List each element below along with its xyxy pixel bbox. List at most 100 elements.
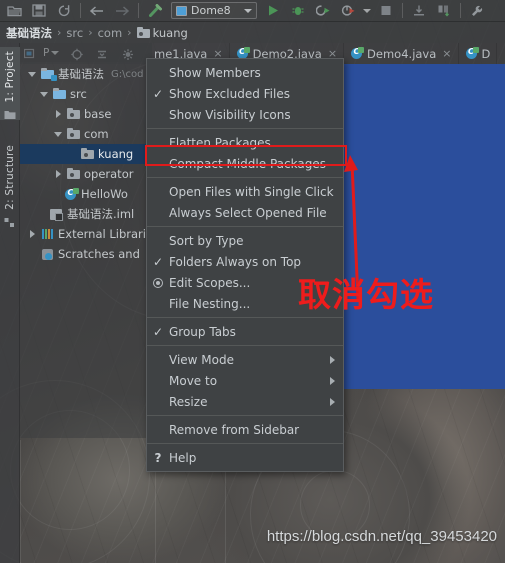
package-icon [81,147,95,160]
menu-item-label: Compact Middle Packages [169,156,326,171]
project-tree: 基础语法 G:\cod src base com kuang operator … [20,62,152,264]
java-class-icon [350,47,365,60]
menu-item-label: View Mode [169,352,234,367]
update-project-icon[interactable] [407,1,431,21]
tree-node-label: 基础语法 [58,67,104,81]
tree-node-operator[interactable]: operator [20,164,152,184]
library-icon [41,228,55,241]
run-with-coverage-button[interactable] [311,1,335,21]
chevron-right-icon [330,376,335,385]
menu-item-open-files-single-click[interactable]: Open Files with Single Click [147,181,343,202]
run-button[interactable] [261,1,285,21]
iml-file-icon [50,208,64,221]
source-folder-icon [53,87,67,100]
menu-item-help[interactable]: ? Help [147,447,343,468]
chevron-right-icon[interactable] [54,169,64,179]
no-chevron [68,149,78,159]
editor-tab-d[interactable]: D [459,43,498,64]
menu-item-show-members[interactable]: Show Members [147,62,343,83]
menu-separator [147,415,343,416]
menu-item-label: Folders Always on Top [169,254,302,269]
module-icon [41,67,57,81]
menu-item-move-to[interactable]: Move to [147,370,343,391]
tree-node-module[interactable]: 基础语法 G:\cod [20,64,152,84]
commit-icon[interactable] [432,1,456,21]
menu-item-show-excluded-files[interactable]: ✓ Show Excluded Files [147,83,343,104]
tree-node-base[interactable]: base [20,104,152,124]
settings-gear-icon[interactable] [465,1,489,21]
chevron-right-icon [330,397,335,406]
profile-button[interactable] [336,1,360,21]
open-icon[interactable] [2,1,26,21]
tree-node-label: com [84,127,109,141]
save-all-icon[interactable] [27,1,51,21]
breadcrumb-separator-2: › [127,26,132,39]
tree-node-label: Scratches and [58,247,140,261]
chevron-down-icon[interactable] [54,129,64,139]
menu-item-always-select-opened-file[interactable]: Always Select Opened File [147,202,343,223]
menu-item-label: Always Select Opened File [169,205,327,220]
chevron-down-icon[interactable] [28,69,38,79]
chevron-right-icon [330,355,335,364]
radio-selected-icon [147,277,169,288]
menu-item-label: Remove from Sidebar [169,422,300,437]
tree-node-external-libraries[interactable]: External Librari [20,224,152,244]
sync-icon[interactable] [52,1,76,21]
menu-item-show-visibility-icons[interactable]: Show Visibility Icons [147,104,343,125]
profile-dropdown-icon[interactable] [361,1,373,21]
menu-item-sort-by-type[interactable]: Sort by Type [147,230,343,251]
tree-node-com[interactable]: com [20,124,152,144]
breadcrumb-item-1[interactable]: src [66,26,83,40]
chevron-right-icon[interactable] [28,229,38,239]
editor-tab-demo4[interactable]: Demo4.java × [344,43,459,64]
tree-node-label: operator [84,167,134,181]
menu-item-label: Sort by Type [169,233,244,248]
toolbar-separator [80,3,81,18]
breadcrumb-separator-1: › [88,26,93,39]
tree-node-label: kuang [98,147,134,161]
close-icon[interactable]: × [442,47,451,60]
menu-item-label: Move to [169,373,218,388]
editor-tab-label: D [481,46,491,61]
tree-node-kuang[interactable]: kuang [20,144,152,164]
sidebar-item-structure[interactable]: 2: Structure [0,141,20,228]
checkmark-icon: ✓ [152,86,164,101]
tree-node-src[interactable]: src [20,84,152,104]
menu-item-label: Show Members [169,65,261,80]
structure-icon [4,213,16,227]
editor-tab-label: Demo4.java [367,46,437,61]
tree-node-hellowo[interactable]: HelloWo [20,184,152,204]
menu-separator [147,443,343,444]
breadcrumb-item-0[interactable]: 基础语法 [6,25,52,41]
run-configuration-selector[interactable]: Dome8 [171,2,257,19]
tree-node-scratches[interactable]: Scratches and [20,244,152,264]
package-icon [67,167,81,180]
menu-item-compact-middle-packages[interactable]: Compact Middle Packages [147,153,343,174]
forward-icon[interactable] [110,1,134,21]
menu-item-flatten-packages[interactable]: Flatten Packages [147,132,343,153]
annotation-text: 取消勾选 [298,275,434,314]
stop-button[interactable] [374,1,398,21]
menu-item-label: Open Files with Single Click [169,184,334,199]
back-icon[interactable] [85,1,109,21]
menu-item-view-mode[interactable]: View Mode [147,349,343,370]
tree-node-iml[interactable]: 基础语法.iml [20,204,152,224]
tool-window-stripe: 1: Project 2: Structure [0,43,20,563]
menu-item-group-tabs[interactable]: ✓ Group Tabs [147,321,343,342]
menu-item-remove-from-sidebar[interactable]: Remove from Sidebar [147,419,343,440]
breadcrumb-item-3[interactable]: kuang [153,26,188,40]
watermark-url: https://blog.csdn.net/qq_39453420 [266,528,497,545]
breadcrumb-separator-0: › [57,26,62,39]
menu-item-resize[interactable]: Resize [147,391,343,412]
menu-separator [147,317,343,318]
debug-button[interactable] [286,1,310,21]
menu-item-label: Group Tabs [169,324,236,339]
chevron-down-icon[interactable] [40,89,50,99]
chevron-right-icon[interactable] [54,109,64,119]
breadcrumb-item-2[interactable]: com [98,26,123,40]
sidebar-item-project[interactable]: 1: Project [0,47,20,121]
tree-node-label: base [84,107,112,121]
menu-separator [147,128,343,129]
chevron-down-icon [244,8,252,13]
build-hammer-icon[interactable] [143,1,167,21]
